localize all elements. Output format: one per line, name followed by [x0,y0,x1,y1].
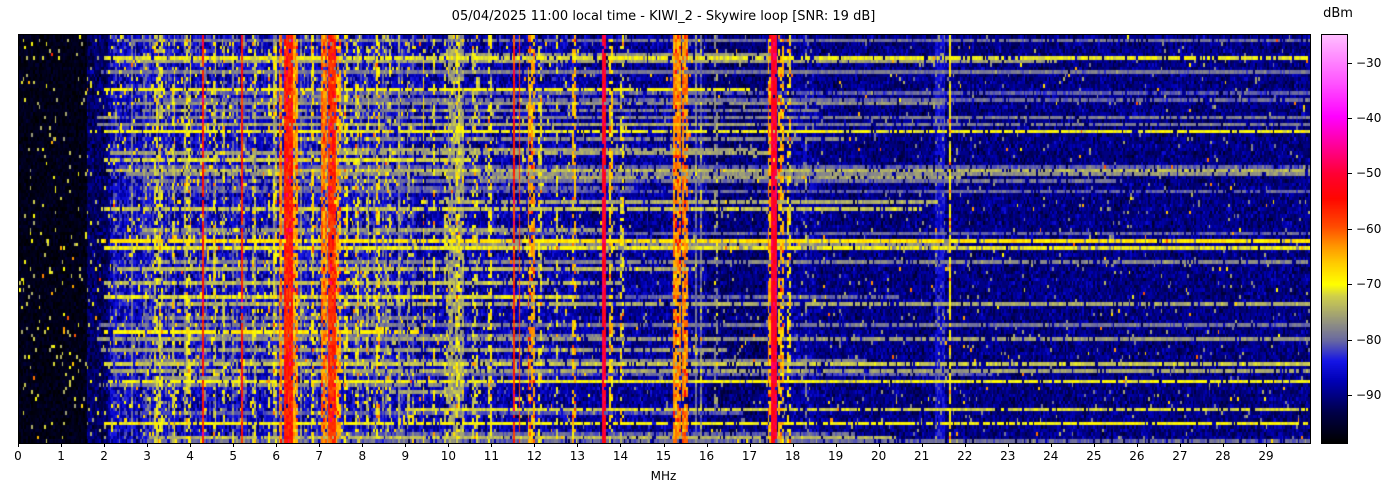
waterfall-heatmap-canvas [19,35,1310,443]
x-tick-mark [362,443,364,447]
colorbar-tick-mark [1348,394,1352,396]
x-tick-mark [319,443,321,447]
x-tick-label: 12 [526,449,543,463]
x-tick-label: 18 [784,449,801,463]
spectrogram-figure: 05/04/2025 11:00 local time - KIWI_2 - S… [0,0,1400,500]
x-tick-mark [835,443,837,447]
x-tick-mark [1007,443,1009,447]
x-tick-mark [491,443,493,447]
x-tick-label: 26 [1129,449,1145,463]
x-tick-label: 11 [483,449,499,463]
x-tick-mark [233,443,235,447]
colorbar-tick-label: −80 [1356,332,1382,347]
x-tick-mark [448,443,450,447]
colorbar [1321,34,1348,444]
x-tick-label: 6 [272,449,280,463]
x-tick-label: 1 [57,449,65,463]
x-tick-mark [663,443,665,447]
x-tick-mark [921,443,923,447]
x-tick-mark [620,443,622,447]
x-tick-label: 8 [358,449,367,463]
x-tick-label: 25 [1086,449,1102,463]
colorbar-tick-mark [1348,62,1352,64]
x-tick-label: 3 [143,449,151,463]
x-tick-label: 20 [871,449,887,463]
x-tick-label: 27 [1172,449,1188,463]
x-tick-label: 15 [655,449,672,463]
x-tick-label: 22 [957,449,973,463]
x-tick-label: 2 [100,449,108,463]
x-tick-label: 5 [229,449,237,463]
x-tick-label: 17 [741,449,758,463]
x-tick-mark [1179,443,1181,447]
x-tick-mark [61,443,63,447]
x-tick-mark [1136,443,1138,447]
x-tick-mark [1222,443,1224,447]
x-tick-mark [1265,443,1267,447]
x-tick-label: 0 [14,449,22,463]
x-tick-label: 21 [914,449,930,463]
x-tick-mark [964,443,966,447]
x-tick-label: 16 [698,449,715,463]
x-tick-mark [1050,443,1052,447]
x-tick-mark [534,443,536,447]
x-tick-mark [577,443,579,447]
colorbar-tick-mark [1348,339,1352,341]
x-tick-label: 28 [1215,449,1231,463]
colorbar-tick-mark [1348,284,1352,286]
x-tick-label: 13 [569,449,586,463]
x-tick-mark [1093,443,1095,447]
x-tick-label: 23 [1000,449,1016,463]
x-tick-mark [147,443,149,447]
colorbar-tick-label: −60 [1356,221,1382,236]
colorbar-tick-mark [1348,118,1352,120]
x-tick-label: 4 [186,449,194,463]
x-tick-mark [190,443,192,447]
x-tick-mark [276,443,278,447]
x-tick-mark [749,443,751,447]
x-tick-mark [104,443,106,447]
colorbar-tick-mark [1348,173,1352,175]
colorbar-tick-label: −70 [1356,277,1382,292]
x-axis-label: MHz [650,469,677,483]
colorbar-tick-label: −40 [1356,111,1382,126]
x-tick-mark [792,443,794,447]
colorbar-tick-label: −30 [1356,55,1382,70]
x-tick-mark [18,443,19,447]
x-tick-label: 19 [827,449,844,463]
x-tick-label: 7 [315,449,324,463]
waterfall-plot-area [18,34,1311,444]
x-tick-label: 24 [1043,449,1059,463]
x-tick-label: 14 [612,449,629,463]
colorbar-tick-label: −90 [1356,387,1382,402]
colorbar-tick-mark [1348,228,1352,230]
x-tick-label: 9 [401,449,410,463]
x-tick-mark [706,443,708,447]
x-tick-label: 29 [1258,449,1274,463]
plot-title: 05/04/2025 11:00 local time - KIWI_2 - S… [451,9,876,24]
x-tick-mark [405,443,407,447]
colorbar-gradient-canvas [1322,35,1347,443]
x-tick-label: 10 [440,449,456,463]
colorbar-label: dBm [1323,6,1353,21]
x-tick-mark [878,443,880,447]
colorbar-tick-label: −50 [1356,166,1382,181]
